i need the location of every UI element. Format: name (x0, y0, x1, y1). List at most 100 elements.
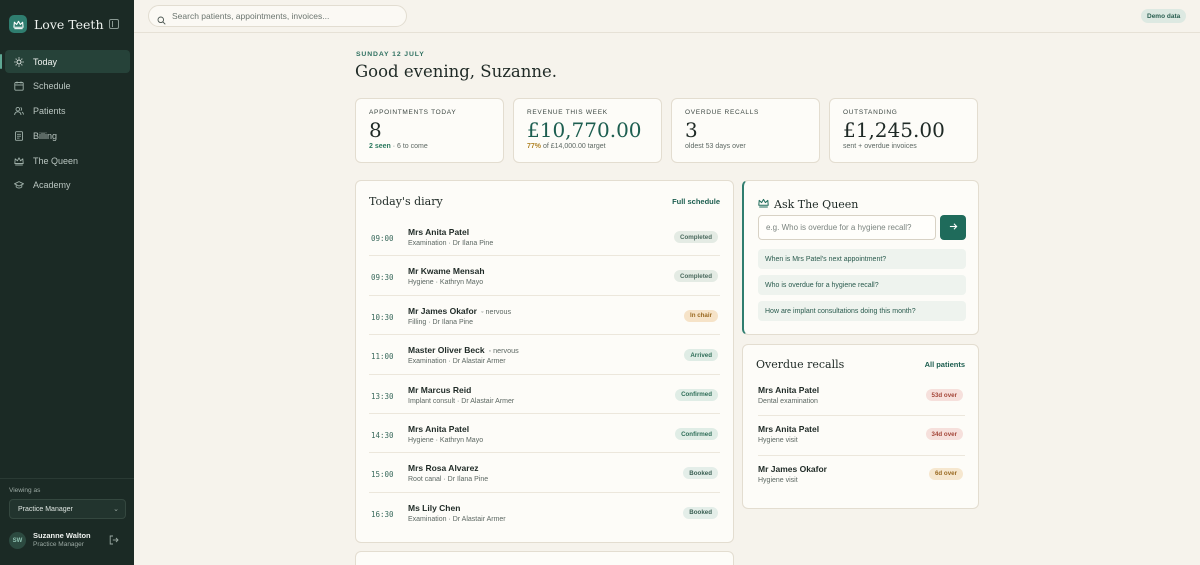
stat-sub-highlight: 2 seen (369, 143, 391, 150)
brand[interactable]: Love Teeth (9, 15, 104, 33)
appointment-time: 09:30 (371, 273, 394, 283)
logout-icon[interactable] (109, 535, 119, 545)
stat-sub-highlight: 77% (527, 143, 542, 150)
appointment-row[interactable]: 09:30 Mr Kwame Mensah Hygiene · Kathryn … (369, 256, 720, 296)
appointment-detail: Examination · Dr Alastair Armer (408, 358, 506, 366)
patient-name: Mr James Okafor (758, 463, 827, 474)
overdue-badge: 34d over (925, 428, 963, 441)
stat-card-outstanding[interactable]: OUTSTANDING £1,245.00 sent + overdue inv… (829, 98, 978, 163)
suggestion-chip[interactable]: How are implant consultations doing this… (758, 301, 966, 321)
user-role: Practice Manager (33, 541, 84, 548)
patient-name: Mrs Anita Patel (758, 385, 820, 395)
sidebar-item-academy[interactable]: Academy (5, 174, 130, 197)
recall-type: Hygiene visit (758, 437, 798, 445)
stat-sub: 2 seen · 6 to come (369, 143, 490, 150)
recall-row[interactable]: Mrs Anita Patel Dental examination 53d o… (758, 377, 965, 417)
appointment-row[interactable]: 15:00 Mrs Rosa Alvarez Root canal · Dr I… (369, 453, 720, 493)
stat-value: 8 (369, 118, 382, 142)
status-badge: Completed (674, 270, 718, 283)
stat-card-revenue[interactable]: REVENUE THIS WEEK £10,770.00 77% of £14,… (513, 98, 662, 163)
patient-name: Master Oliver Beck (408, 345, 485, 356)
appointment-row[interactable]: 09:00 Mrs Anita Patel Examination · Dr I… (369, 217, 720, 257)
page-title: Good evening, Suzanne. (355, 62, 558, 81)
appointment-time: 11:00 (371, 352, 394, 362)
appointment-row[interactable]: 13:30 Mr Marcus Reid Implant consult · D… (369, 375, 720, 414)
stat-sub-text: of £14,000.00 target (541, 143, 606, 150)
todays-diary-card: Today's diary Full schedule 09:00 Mrs An… (355, 180, 734, 543)
patient-name: Mrs Rosa Alvarez (408, 463, 479, 474)
demo-data-badge: Demo data (1141, 9, 1187, 23)
sidebar: Love Teeth Today Schedule Patients Billi… (0, 0, 134, 565)
stat-value: 3 (685, 118, 698, 142)
nervous-flag: ◦ nervous (480, 306, 512, 316)
collapse-sidebar-icon[interactable] (109, 19, 119, 29)
stat-card-appointments[interactable]: APPOINTMENTS TODAY 8 2 seen · 6 to come (355, 98, 504, 163)
appointment-row[interactable]: 11:00 Master Oliver Beck ◦ nervous Examin… (369, 335, 720, 375)
appointment-detail: Hygiene · Kathryn Mayo (408, 279, 484, 287)
stat-card-overdue-recalls[interactable]: OVERDUE RECALLS 3 oldest 53 days over (671, 98, 820, 163)
appointment-row[interactable]: 10:30 Mr James Okafor ◦ nervous Filling ·… (369, 296, 720, 336)
appointment-row[interactable]: 16:30 Ms Lily Chen Examination · Dr Alas… (369, 493, 720, 532)
status-badge: In chair (683, 309, 718, 322)
diary-title: Today's diary (369, 195, 443, 208)
sidebar-item-billing[interactable]: Billing (5, 124, 130, 147)
appointment-patient: Master Oliver Beck ◦ nervous (408, 345, 519, 355)
search-box[interactable] (148, 5, 407, 27)
sidebar-item-patients[interactable]: Patients (5, 100, 130, 123)
recall-row[interactable]: Mrs Anita Patel Hygiene visit 34d over (758, 416, 965, 456)
status-badge: Booked (683, 467, 718, 480)
app-name: Love Teeth (34, 16, 104, 32)
stat-sub: oldest 53 days over (685, 143, 746, 150)
appointment-patient: Mrs Anita Patel (408, 424, 469, 434)
send-button[interactable] (940, 215, 966, 240)
patient-name: Mrs Anita Patel (408, 227, 470, 237)
chevron-down-icon: ⌄ (113, 506, 119, 513)
recalls-title: Overdue recalls (756, 358, 845, 371)
appointment-detail: Filling · Dr Ilana Pine (408, 318, 473, 326)
stat-label: OUTSTANDING (843, 109, 898, 116)
appointment-time: 13:30 (371, 391, 394, 401)
status-badge: Confirmed (675, 428, 718, 440)
sidebar-item-label: Schedule (33, 81, 71, 92)
patient-name: Mr Marcus Reid (408, 384, 472, 395)
sidebar-item-the-queen[interactable]: The Queen (5, 149, 130, 172)
overdue-recalls-card: Overdue recalls All patients Mrs Anita P… (742, 344, 979, 509)
queen-title: Ask The Queen (774, 197, 859, 211)
sun-icon (13, 56, 25, 68)
stat-sub: 77% of £14,000.00 target (527, 143, 648, 150)
appointment-detail: Root canal · Dr Ilana Pine (408, 476, 489, 484)
appointment-patient: Ms Lily Chen (408, 503, 460, 513)
sidebar-item-today[interactable]: Today (0, 50, 130, 73)
appointment-time: 15:00 (371, 470, 394, 480)
search-input[interactable] (172, 11, 392, 21)
appointment-time: 09:00 (371, 234, 394, 243)
date-eyebrow: SUNDAY 12 JULY (356, 51, 425, 58)
sidebar-item-label: Patients (33, 106, 66, 117)
search-icon (157, 12, 166, 25)
full-schedule-link[interactable]: Full schedule (672, 197, 720, 206)
document-icon (13, 130, 25, 142)
queen-question-input[interactable] (766, 223, 931, 232)
role-select[interactable]: Practice Manager ⌄ (9, 499, 126, 519)
recall-row[interactable]: Mr James Okafor Hygiene visit 6d over (758, 456, 965, 495)
patient-name: Mr Kwame Mensah (408, 266, 485, 277)
recall-type: Dental examination (758, 398, 818, 405)
all-patients-link[interactable]: All patients (925, 360, 965, 369)
crown-logo-icon (9, 15, 27, 33)
queen-question-field[interactable] (758, 215, 936, 240)
sidebar-item-label: Billing (33, 130, 58, 141)
status-badge: Booked (683, 506, 718, 519)
crown-icon (13, 155, 25, 167)
sidebar-item-schedule[interactable]: Schedule (5, 75, 130, 98)
stat-label: OVERDUE RECALLS (685, 109, 760, 116)
appointment-detail: Examination · Dr Alastair Armer (408, 515, 506, 523)
suggestion-chip[interactable]: Who is overdue for a hygiene recall? (758, 275, 966, 295)
queen-header: Ask The Queen (758, 195, 858, 213)
recall-type: Hygiene visit (758, 476, 798, 484)
patient-name: Ms Lily Chen (408, 502, 461, 513)
suggestion-chip[interactable]: When is Mrs Patel's next appointment? (758, 249, 966, 269)
appointment-row[interactable]: 14:30 Mrs Anita Patel Hygiene · Kathryn … (369, 414, 720, 454)
avatar[interactable]: SW (9, 532, 26, 549)
appointment-time: 16:30 (371, 509, 394, 519)
next-card-partial (355, 551, 734, 565)
